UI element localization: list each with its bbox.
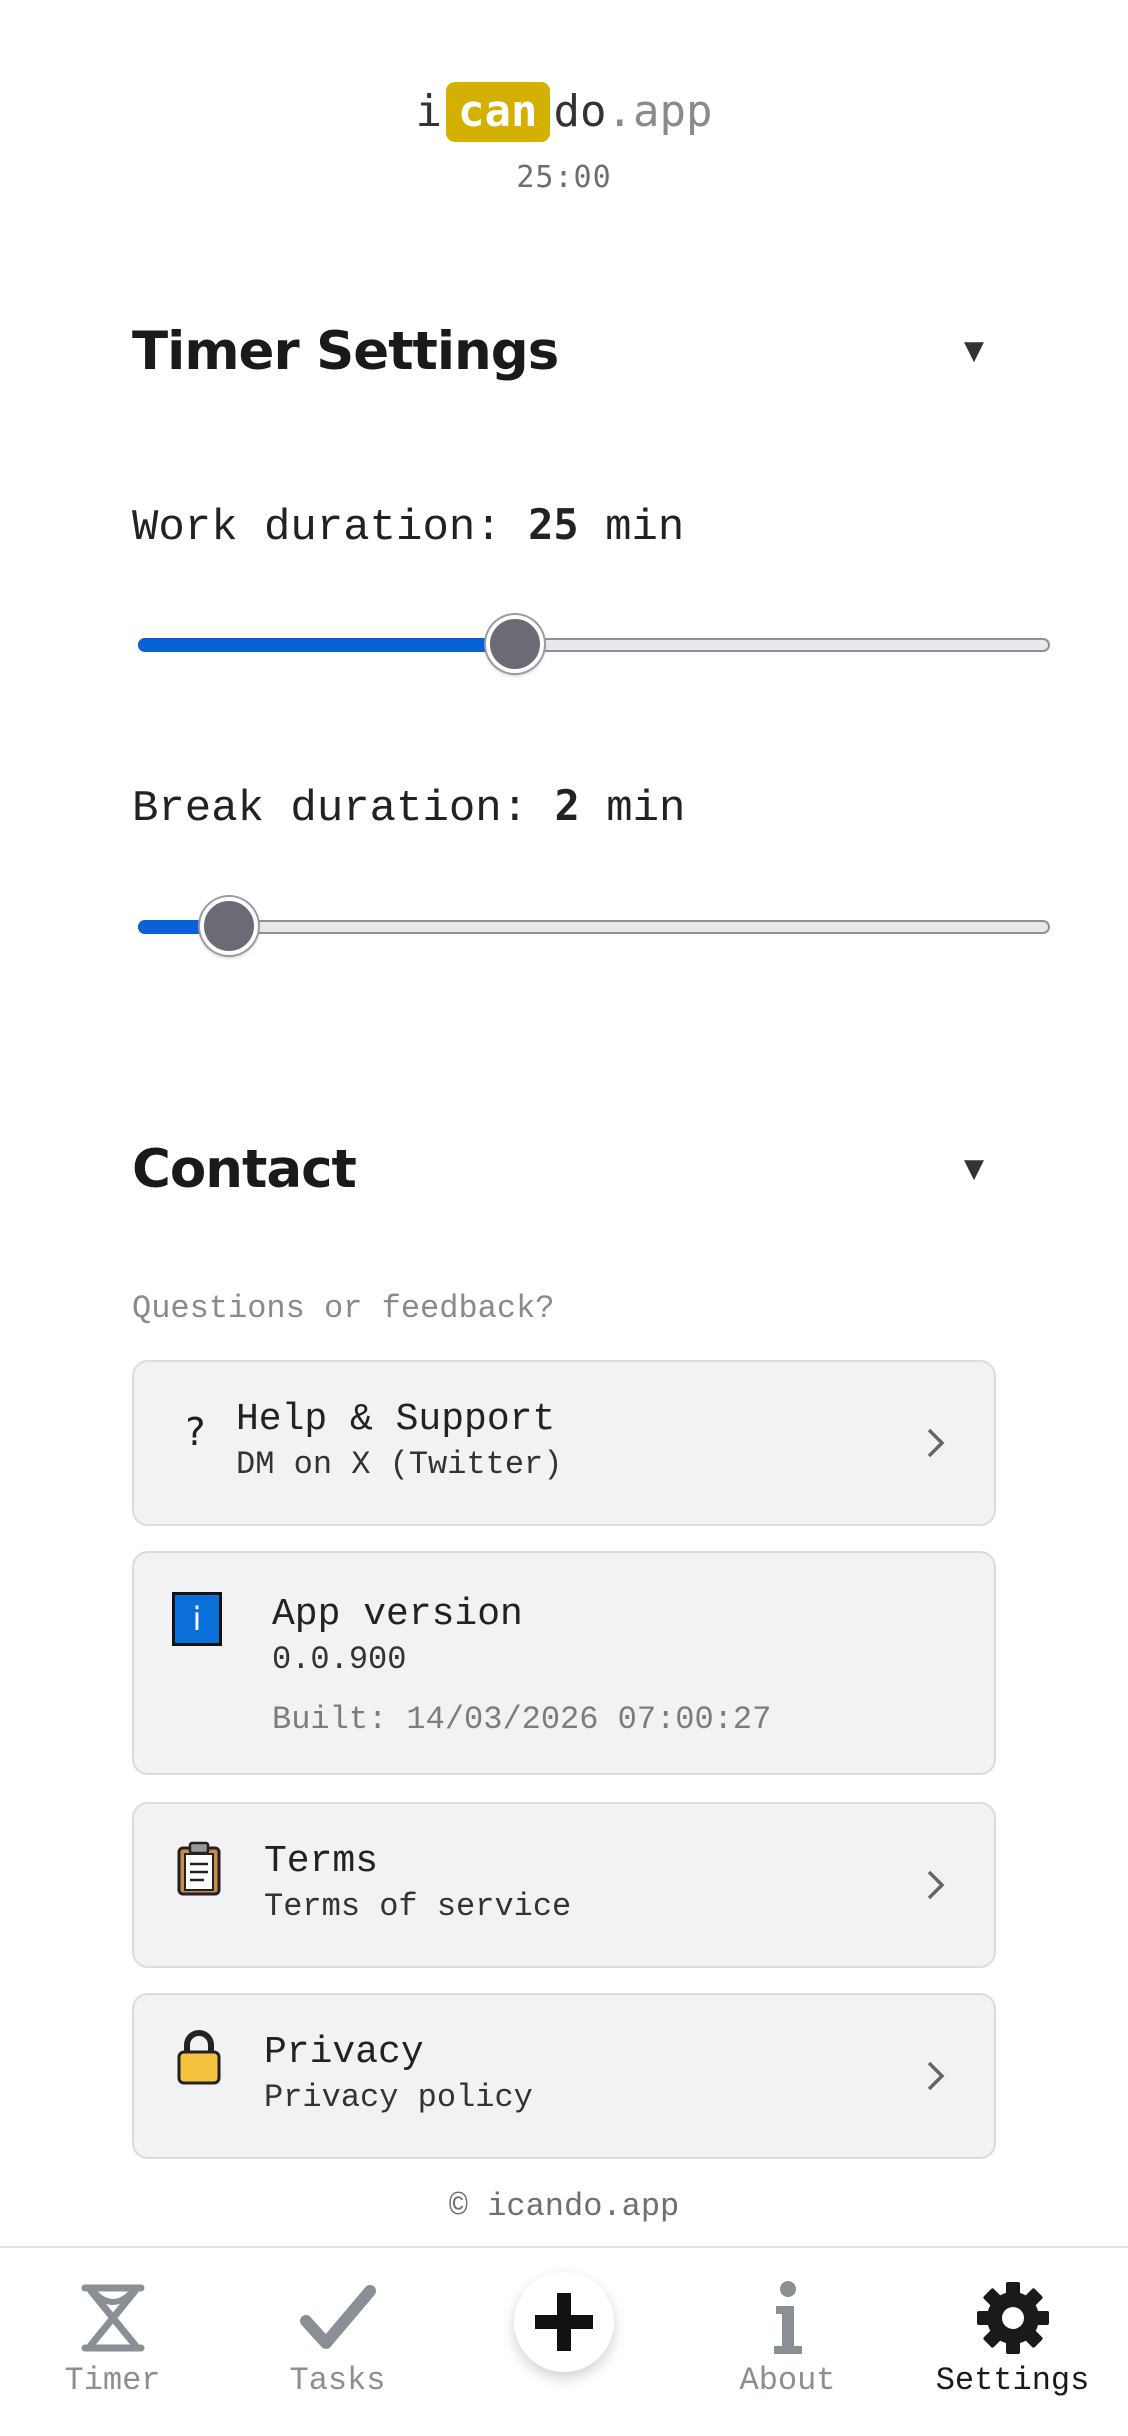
version-built: Built: 14/03/2026 07:00:27 (272, 1701, 772, 1738)
add-task-button[interactable] (514, 2272, 614, 2372)
break-duration-slider[interactable] (138, 896, 1050, 956)
nav-tasks-label: Tasks (289, 2362, 386, 2399)
break-duration-unit: min (606, 784, 686, 834)
logo-prefix: i (415, 86, 443, 137)
caret-down-icon: ▼ (964, 1154, 984, 1184)
plus-icon (535, 2293, 593, 2351)
logo-mid: do (553, 86, 607, 137)
nav-timer[interactable]: Timer (0, 2248, 225, 2436)
info-nav-icon (748, 2278, 828, 2358)
caret-down-icon: ▼ (964, 336, 984, 366)
logo-suffix: .app (606, 86, 713, 137)
privacy-subtitle: Privacy policy (264, 2079, 533, 2116)
work-duration-unit: min (605, 503, 685, 553)
chevron-right-icon (916, 2056, 956, 2096)
gear-icon (973, 2278, 1053, 2358)
privacy-title: Privacy (264, 2031, 424, 2074)
app-logo: i can do.app (0, 82, 1128, 142)
terms-title: Terms (264, 1840, 379, 1883)
nav-about[interactable]: About (675, 2248, 900, 2436)
copyright-text: © icando.app (448, 2188, 680, 2225)
question-icon: ? (183, 1410, 207, 1454)
bottom-nav: Timer Tasks About Settings (0, 2246, 1128, 2436)
contact-title: Contact (132, 1138, 357, 1200)
work-duration-value: 25 (528, 500, 579, 549)
work-duration-slider[interactable] (138, 614, 1050, 674)
nav-about-label: About (739, 2362, 836, 2399)
logo-highlight: can (446, 82, 550, 142)
slider-thumb[interactable] (485, 615, 544, 673)
checkmark-icon (298, 2278, 378, 2358)
contact-header[interactable]: Contact ▼ (132, 1134, 996, 1204)
clipboard-icon (174, 1840, 224, 1896)
hourglass-icon (73, 2278, 153, 2358)
version-title: App version (272, 1593, 523, 1636)
slider-thumb[interactable] (200, 897, 259, 955)
info-glyph: i (172, 1592, 222, 1646)
terms-subtitle: Terms of service (264, 1888, 572, 1925)
terms-card[interactable]: Terms Terms of service (132, 1802, 996, 1968)
version-number: 0.0.900 (272, 1641, 407, 1678)
timer-display: 25:00 (516, 160, 612, 195)
help-support-card[interactable]: ? Help & Support DM on X (Twitter) (132, 1360, 996, 1526)
chevron-right-icon (916, 1865, 956, 1905)
nav-tasks[interactable]: Tasks (225, 2248, 450, 2436)
contact-subtitle: Questions or feedback? (132, 1290, 555, 1327)
info-icon: i (172, 1591, 222, 1647)
timer-settings-title: Timer Settings (132, 320, 559, 382)
work-duration-label: Work duration: 25 min (132, 500, 684, 553)
break-duration-label: Break duration: 2 min (132, 781, 685, 834)
help-subtitle: DM on X (Twitter) (236, 1446, 563, 1483)
nav-timer-label: Timer (64, 2362, 161, 2399)
lock-icon (174, 2029, 224, 2085)
chevron-right-icon (916, 1423, 956, 1463)
work-duration-text: Work duration: (132, 503, 502, 553)
break-duration-text: Break duration: (132, 784, 529, 834)
slider-fill (138, 638, 515, 652)
help-title: Help & Support (236, 1398, 556, 1441)
nav-settings-label: Settings (935, 2362, 1090, 2399)
app-version-card: i App version 0.0.900 Built: 14/03/2026 … (132, 1551, 996, 1775)
timer-settings-header[interactable]: Timer Settings ▼ (132, 316, 996, 386)
privacy-card[interactable]: Privacy Privacy policy (132, 1993, 996, 2159)
slider-track (138, 920, 1050, 934)
nav-settings[interactable]: Settings (900, 2248, 1125, 2436)
break-duration-value: 2 (554, 781, 580, 830)
